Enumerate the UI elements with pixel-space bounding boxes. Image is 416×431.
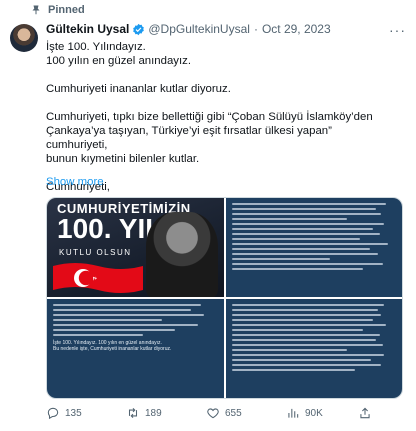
- views-button[interactable]: 90K: [286, 406, 358, 420]
- media-image-text-2[interactable]: İşte 100. Yılındayız. 100 yılın en güzel…: [47, 299, 224, 398]
- tweet-body: İşte 100. Yılındayız. 100 yılın en güzel…: [46, 40, 386, 194]
- heart-icon: [207, 408, 219, 419]
- caption-line: Bu nedenle işte, Cumhuriyeti inananlar k…: [53, 346, 172, 352]
- banner-subtitle: KUTLU OLSUN: [59, 248, 132, 257]
- reply-count: 135: [65, 407, 82, 419]
- show-more-link[interactable]: Show more: [46, 176, 104, 188]
- media-image-text-3[interactable]: [225, 299, 402, 398]
- tweet-header: Gültekin Uysal @DpGultekinUysal · Oct 29…: [46, 22, 331, 36]
- text-lines: [231, 304, 397, 371]
- reply-button[interactable]: 135: [46, 406, 126, 420]
- display-name[interactable]: Gültekin Uysal: [46, 22, 129, 36]
- retweet-count: 189: [145, 407, 162, 419]
- tweet-actions: 135 189 655 90K: [46, 406, 406, 420]
- body-line: Çankaya’ya taşıyan, Türkiye’yi eşit fırs…: [46, 125, 332, 151]
- media-image-banner[interactable]: CUMHURİYETİMİZİN 100. YILI KUTLU OLSUN: [47, 198, 224, 297]
- views-chart-icon: [288, 408, 299, 418]
- turkish-flag-icon: [53, 263, 143, 293]
- like-button[interactable]: 655: [206, 406, 286, 420]
- pin-icon: [32, 5, 40, 15]
- reply-icon: [47, 407, 59, 420]
- pinned-indicator: Pinned: [30, 4, 85, 16]
- media-image-text-1[interactable]: [225, 198, 402, 297]
- text-lines: [231, 203, 397, 270]
- portrait-image: [145, 212, 218, 297]
- body-line: İşte 100. Yılındayız.: [46, 41, 146, 53]
- avatar[interactable]: [10, 24, 38, 52]
- retweet-button[interactable]: 189: [126, 406, 206, 420]
- meta-separator: ·: [253, 22, 258, 36]
- share-icon: [360, 407, 370, 419]
- share-button[interactable]: [358, 406, 378, 420]
- pinned-label: Pinned: [48, 4, 85, 16]
- retweet-icon: [128, 407, 138, 419]
- verified-badge-icon: [133, 23, 145, 35]
- views-count: 90K: [305, 407, 323, 419]
- handle[interactable]: @DpGultekinUysal: [148, 22, 250, 36]
- text-lines: [53, 304, 218, 336]
- more-options-icon[interactable]: ···: [389, 22, 406, 38]
- tweet-date[interactable]: Oct 29, 2023: [262, 22, 331, 36]
- image-caption: İşte 100. Yılındayız. 100 yılın en güzel…: [53, 340, 218, 352]
- media-grid[interactable]: CUMHURİYETİMİZİN 100. YILI KUTLU OLSUN İ…: [46, 197, 403, 399]
- body-line: Cumhuriyeti inananlar kutlar diyoruz.: [46, 83, 231, 95]
- like-count: 655: [225, 407, 242, 419]
- body-line: bunun kıymetini bilenler kutlar.: [46, 153, 200, 165]
- body-line: 100 yılın en güzel anındayız.: [46, 55, 192, 67]
- body-line: Cumhuriyeti, tıpkı bize bellettiği gibi …: [46, 111, 373, 123]
- tweet[interactable]: Pinned Gültekin Uysal @DpGultekinUysal ·…: [0, 0, 416, 431]
